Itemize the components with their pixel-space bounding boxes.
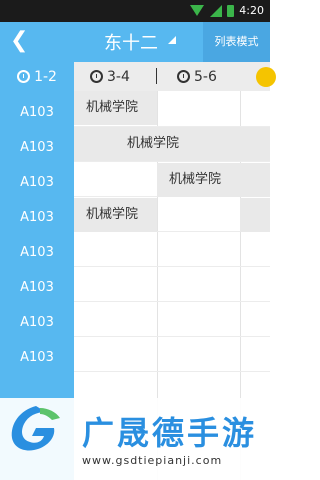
status-bar: 4:20 bbox=[0, 0, 270, 22]
schedule-cell-occupied[interactable] bbox=[240, 198, 270, 232]
grid-line bbox=[74, 301, 270, 302]
grid-line bbox=[74, 371, 270, 372]
schedule-cell[interactable]: 机械学院 bbox=[74, 91, 157, 125]
clock-icon bbox=[177, 70, 190, 83]
room-label: A103 bbox=[20, 210, 54, 225]
signal-icon bbox=[210, 5, 222, 17]
tab-label: 3-4 bbox=[107, 68, 130, 85]
tab-label: 5-6 bbox=[194, 68, 217, 85]
room-label: A103 bbox=[20, 315, 54, 330]
grid-line bbox=[74, 266, 270, 267]
room-label: A103 bbox=[20, 105, 54, 120]
period-tabs: 1-2 3-4 5-6 bbox=[0, 62, 276, 92]
watermark-banner: 广晟德手游 www.gsdtiepianji.com bbox=[0, 398, 270, 480]
clock-icon bbox=[90, 70, 103, 83]
grid-line bbox=[74, 336, 270, 337]
back-icon[interactable]: ❮ bbox=[10, 30, 28, 52]
clock-icon bbox=[17, 70, 31, 83]
tab-divider bbox=[156, 68, 157, 84]
battery-icon bbox=[227, 5, 234, 17]
status-time: 4:20 bbox=[239, 4, 264, 17]
building-title[interactable]: 东十二 bbox=[104, 29, 158, 55]
dropdown-caret-icon[interactable] bbox=[168, 36, 176, 44]
schedule-cell[interactable]: 机械学院 bbox=[157, 163, 270, 197]
room-label: A103 bbox=[20, 140, 54, 155]
room-label: A103 bbox=[20, 175, 54, 190]
app-header: ❮ 东十二 列表模式 bbox=[0, 22, 270, 62]
schedule-cell[interactable]: 机械学院 bbox=[74, 198, 157, 232]
tab-period-3-4[interactable]: 3-4 bbox=[90, 62, 130, 91]
tab-period-1-2[interactable]: 1-2 bbox=[0, 62, 74, 91]
room-label: A103 bbox=[20, 245, 54, 260]
grid-line bbox=[74, 161, 270, 162]
next-tab-icon[interactable] bbox=[256, 67, 276, 87]
brand-logo-icon bbox=[11, 406, 60, 451]
schedule-cell[interactable]: 机械学院 bbox=[74, 127, 270, 161]
brand-name: 广晟德手游 bbox=[82, 414, 258, 452]
wifi-icon bbox=[190, 5, 204, 16]
brand-url: www.gsdtiepianji.com bbox=[82, 454, 223, 467]
room-label: A103 bbox=[20, 350, 54, 365]
tab-period-5-6[interactable]: 5-6 bbox=[177, 62, 217, 91]
tab-label: 1-2 bbox=[34, 68, 57, 85]
list-mode-button[interactable]: 列表模式 bbox=[203, 22, 270, 62]
room-label: A103 bbox=[20, 280, 54, 295]
